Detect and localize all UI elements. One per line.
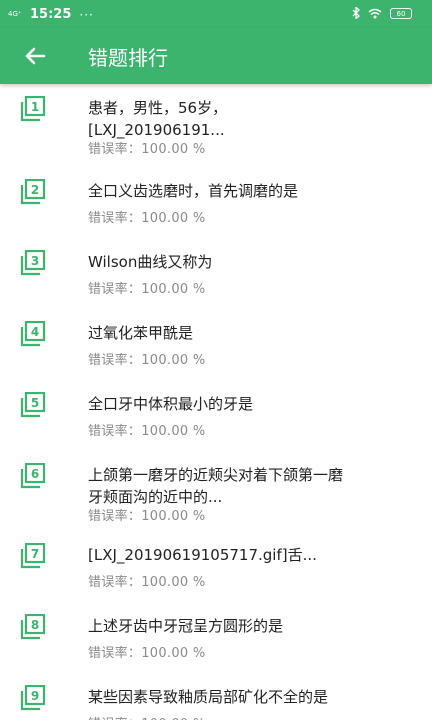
list-item[interactable]: 9 某些因素导致釉质局部矿化不全的是错误率：100.00 % — [0, 673, 432, 720]
question-text: [LXJ_20190619105717.gif]舌... — [88, 546, 317, 564]
rank-badge-icon: 8 — [20, 614, 46, 640]
question-text-line2: 牙颊面沟的近中的... — [88, 488, 223, 506]
question-text: 全口义齿选磨时，首先调磨的是 — [88, 182, 299, 200]
rank-number: 8 — [31, 618, 39, 632]
error-rate: 错误率：100.00 % — [88, 353, 206, 368]
status-time: 15:25 — [30, 7, 72, 22]
question-list: 1 患者，男性，56岁， [LXJ_201906191... 错误率：100.00 %… — [0, 84, 432, 720]
rank-badge-icon: 2 — [20, 179, 46, 205]
rank-number: 6 — [31, 467, 39, 481]
arrow-left-icon[interactable] — [20, 41, 50, 71]
error-rate: 错误率：100.00 % — [88, 424, 206, 439]
rank-number: 7 — [31, 547, 39, 561]
status-bar: 4G⁺ 15:25 ··· 60 — [0, 0, 432, 28]
rank-number: 3 — [31, 254, 39, 268]
rank-badge-icon: 4 — [20, 321, 46, 347]
error-rate: 错误率：100.00 % — [88, 575, 206, 590]
question-text-line2: [LXJ_201906191... — [88, 121, 225, 139]
error-rate: 错误率：100.00 % — [88, 211, 206, 226]
question-text: 过氧化苯甲酰是 — [88, 324, 194, 342]
rank-number: 4 — [31, 325, 39, 339]
list-item[interactable]: 5 全口牙中体积最小的牙是 错误率：100.00 % — [0, 380, 432, 451]
rank-number: 2 — [31, 183, 39, 197]
rank-badge-icon: 7 — [20, 543, 46, 569]
app-bar: 错题排行 — [0, 28, 432, 84]
list-item[interactable]: 7 [LXJ_20190619105717.gif]舌... 错误率：100.00 … — [0, 531, 432, 602]
rank-number: 9 — [31, 689, 39, 703]
question-text: 全口牙中体积最小的牙是 — [88, 395, 254, 413]
question-text: 上颌第一磨牙的近颊尖对着下颌第一磨 — [88, 466, 344, 484]
question-text: 患者，男性，56岁， — [88, 99, 228, 117]
list-item[interactable]: 2 全口义齿选磨时，首先调磨的是 错误率：100.00 % — [0, 167, 432, 238]
network-indicator: 4G⁺ — [8, 10, 22, 18]
list-item[interactable]: 6 上颌第一磨牙的近颊尖对着下颌第一磨 牙颊面沟的近中的... 错误率：100.00 … — [0, 451, 432, 524]
list-item[interactable]: 4 过氧化苯甲酰是 错误率：100.00 % — [0, 309, 432, 380]
error-rate: 错误率：100.00 % — [88, 142, 206, 157]
bluetooth-icon — [352, 7, 360, 19]
rank-badge-icon: 3 — [20, 250, 46, 276]
rank-badge-icon: 1 — [20, 96, 46, 122]
page-title: 错题排行 — [88, 46, 168, 70]
list-item[interactable]: 1 患者，男性，56岁， [LXJ_201906191... 错误率：100.00 % — [0, 84, 432, 157]
error-rate: 错误率：100.00 % — [88, 282, 206, 297]
list-item[interactable]: 8 上述牙齿中牙冠呈方圆形的是 错误率：100.00 % — [0, 602, 432, 673]
battery-icon: 60 — [390, 7, 412, 19]
rank-number: 1 — [31, 100, 39, 114]
wifi-icon — [368, 8, 382, 18]
question-text: 某些因素导致釉质局部矿化不全的是 — [88, 688, 329, 706]
question-text: 上述牙齿中牙冠呈方圆形的是 — [88, 617, 284, 635]
error-rate: 错误率：100.00 % — [88, 509, 206, 524]
error-rate: 错误率：100.00 % — [88, 646, 206, 661]
error-rate: 错误率：100.00 % — [88, 713, 206, 720]
question-text: Wilson曲线又称为 — [88, 253, 213, 271]
rank-badge-icon: 6 — [20, 463, 46, 489]
rank-badge-icon: 9 — [20, 685, 46, 711]
list-item[interactable]: 3 Wilson曲线又称为 错误率：100.00 % — [0, 238, 432, 309]
notification-dots: ··· — [79, 7, 94, 22]
rank-badge-icon: 5 — [20, 392, 46, 418]
rank-number: 5 — [31, 396, 39, 410]
